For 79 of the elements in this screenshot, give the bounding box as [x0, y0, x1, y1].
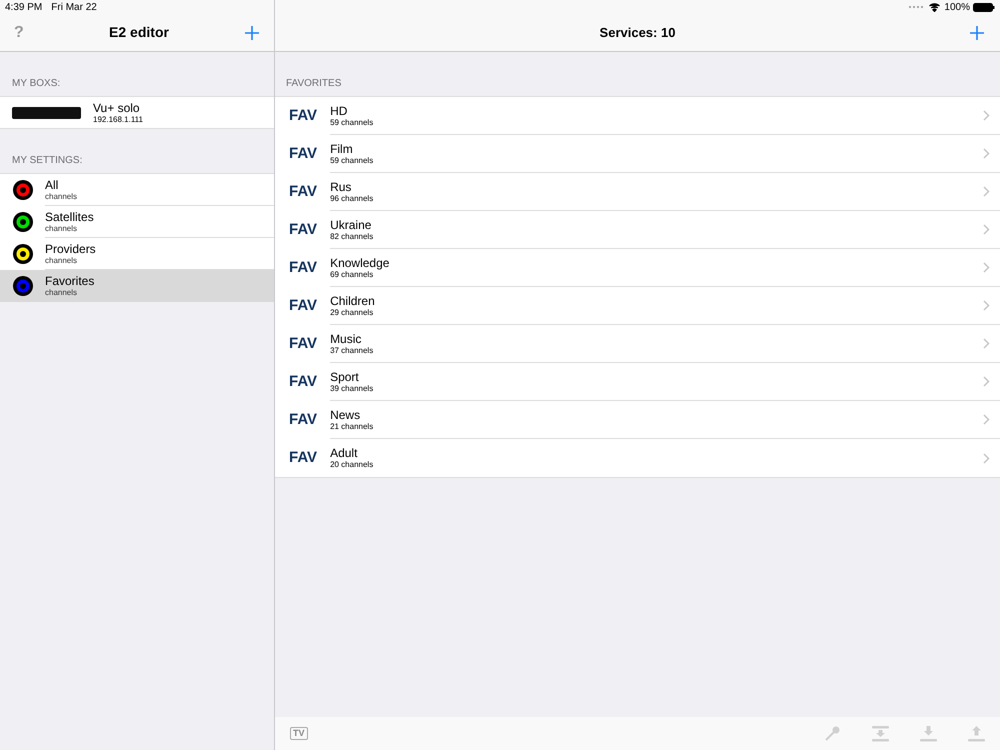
setting-subtitle: channels — [45, 256, 78, 264]
favorite-name: Knowledge — [330, 256, 390, 268]
import-icon[interactable] — [872, 726, 889, 742]
chevron-icon — [983, 148, 990, 159]
setting-name: Favorites — [45, 275, 96, 287]
battery-percent: 100% — [944, 0, 970, 14]
favorites-row[interactable]: FAV Sport 39 channels — [275, 363, 1000, 401]
box-address: 192.168.1.111 — [93, 116, 143, 124]
channel-count: 20 channels — [330, 461, 374, 469]
fav-label: FAV — [289, 258, 318, 278]
chevron-icon — [983, 300, 990, 311]
channel-count: 96 channels — [330, 194, 374, 202]
favorites-row[interactable]: FAV Ukraine 82 channels — [275, 211, 1000, 249]
fav-label: FAV — [289, 106, 318, 126]
favorite-name: Rus — [330, 180, 352, 192]
section-header: MY BOXS: — [11, 77, 62, 91]
favorites-row[interactable]: FAV Music 37 channels — [275, 325, 1000, 363]
channel-count: 69 channels — [330, 270, 374, 278]
chevron-icon — [983, 376, 990, 387]
favorites-row[interactable]: FAV HD 59 channels — [275, 97, 1000, 135]
fav-label: FAV — [289, 144, 318, 164]
favorite-name: Children — [330, 294, 376, 306]
nav-title: Services: 10 — [598, 24, 676, 42]
settings-row[interactable]: Favorites channels — [0, 270, 274, 302]
fav-label: FAV — [289, 410, 318, 430]
section-header: FAVORITES — [285, 77, 342, 91]
setting-name: Providers — [45, 242, 97, 254]
add-icon[interactable] — [969, 24, 985, 40]
favorites-row[interactable]: FAV Children 29 channels — [275, 287, 1000, 325]
setting-name: All — [45, 178, 60, 190]
fav-label: FAV — [289, 448, 318, 468]
channel-count: 29 channels — [330, 308, 374, 316]
box-row[interactable]: Vu+ solo 192.168.1.111 — [0, 96, 274, 129]
chevron-icon — [983, 452, 990, 464]
favorite-name: Sport — [330, 370, 360, 382]
favorite-name: HD — [330, 104, 348, 116]
channel-count: 82 channels — [330, 232, 374, 240]
favorites-row[interactable]: FAV News 21 channels — [275, 401, 1000, 439]
setting-subtitle: channels — [45, 192, 78, 200]
add-icon[interactable] — [244, 24, 260, 40]
chevron-icon — [983, 262, 990, 273]
status-time: 4:39 PM — [5, 0, 42, 14]
favorites-row[interactable]: FAV Knowledge 69 channels — [275, 249, 1000, 287]
nav-title: E2 editor — [108, 23, 170, 42]
setting-name: Satellites — [45, 210, 95, 222]
favorite-name: Music — [330, 332, 362, 344]
key-icon[interactable] — [824, 725, 841, 742]
status-date: Fri Mar 22 — [51, 0, 97, 14]
chevron-icon — [983, 224, 990, 235]
favorites-row[interactable]: FAV Film 59 channels — [275, 135, 1000, 173]
channel-count: 37 channels — [330, 346, 374, 354]
channel-count: 59 channels — [330, 156, 374, 164]
wifi-icon — [929, 2, 940, 12]
fav-label: FAV — [289, 220, 318, 240]
favorite-name: News — [330, 408, 362, 420]
fav-label: FAV — [289, 372, 318, 392]
channel-count: 39 channels — [330, 384, 374, 392]
favorites-row[interactable]: FAV Rus 96 channels — [275, 173, 1000, 211]
box-name: Vu+ solo — [93, 102, 141, 114]
chevron-icon — [983, 110, 990, 121]
section-header: MY SETTINGS: — [11, 154, 84, 168]
channel-count: 59 channels — [330, 118, 374, 126]
setting-subtitle: channels — [45, 224, 78, 232]
favorite-name: Film — [330, 142, 354, 154]
fav-label: FAV — [289, 296, 318, 316]
chevron-icon — [983, 186, 990, 197]
channel-count: 21 channels — [330, 422, 374, 430]
favorites-row[interactable]: FAV Adult 20 channels — [275, 439, 1000, 477]
download-icon[interactable] — [920, 726, 937, 742]
chevron-icon — [983, 338, 990, 349]
favorite-name: Ukraine — [330, 218, 372, 230]
favorite-name: Adult — [330, 447, 358, 459]
upload-icon[interactable] — [968, 726, 985, 742]
setting-subtitle: channels — [45, 289, 78, 297]
receiver-icon — [12, 106, 81, 118]
battery-icon — [973, 2, 995, 12]
fav-label: FAV — [289, 334, 318, 354]
chevron-icon — [983, 414, 990, 425]
fav-label: FAV — [289, 182, 318, 202]
